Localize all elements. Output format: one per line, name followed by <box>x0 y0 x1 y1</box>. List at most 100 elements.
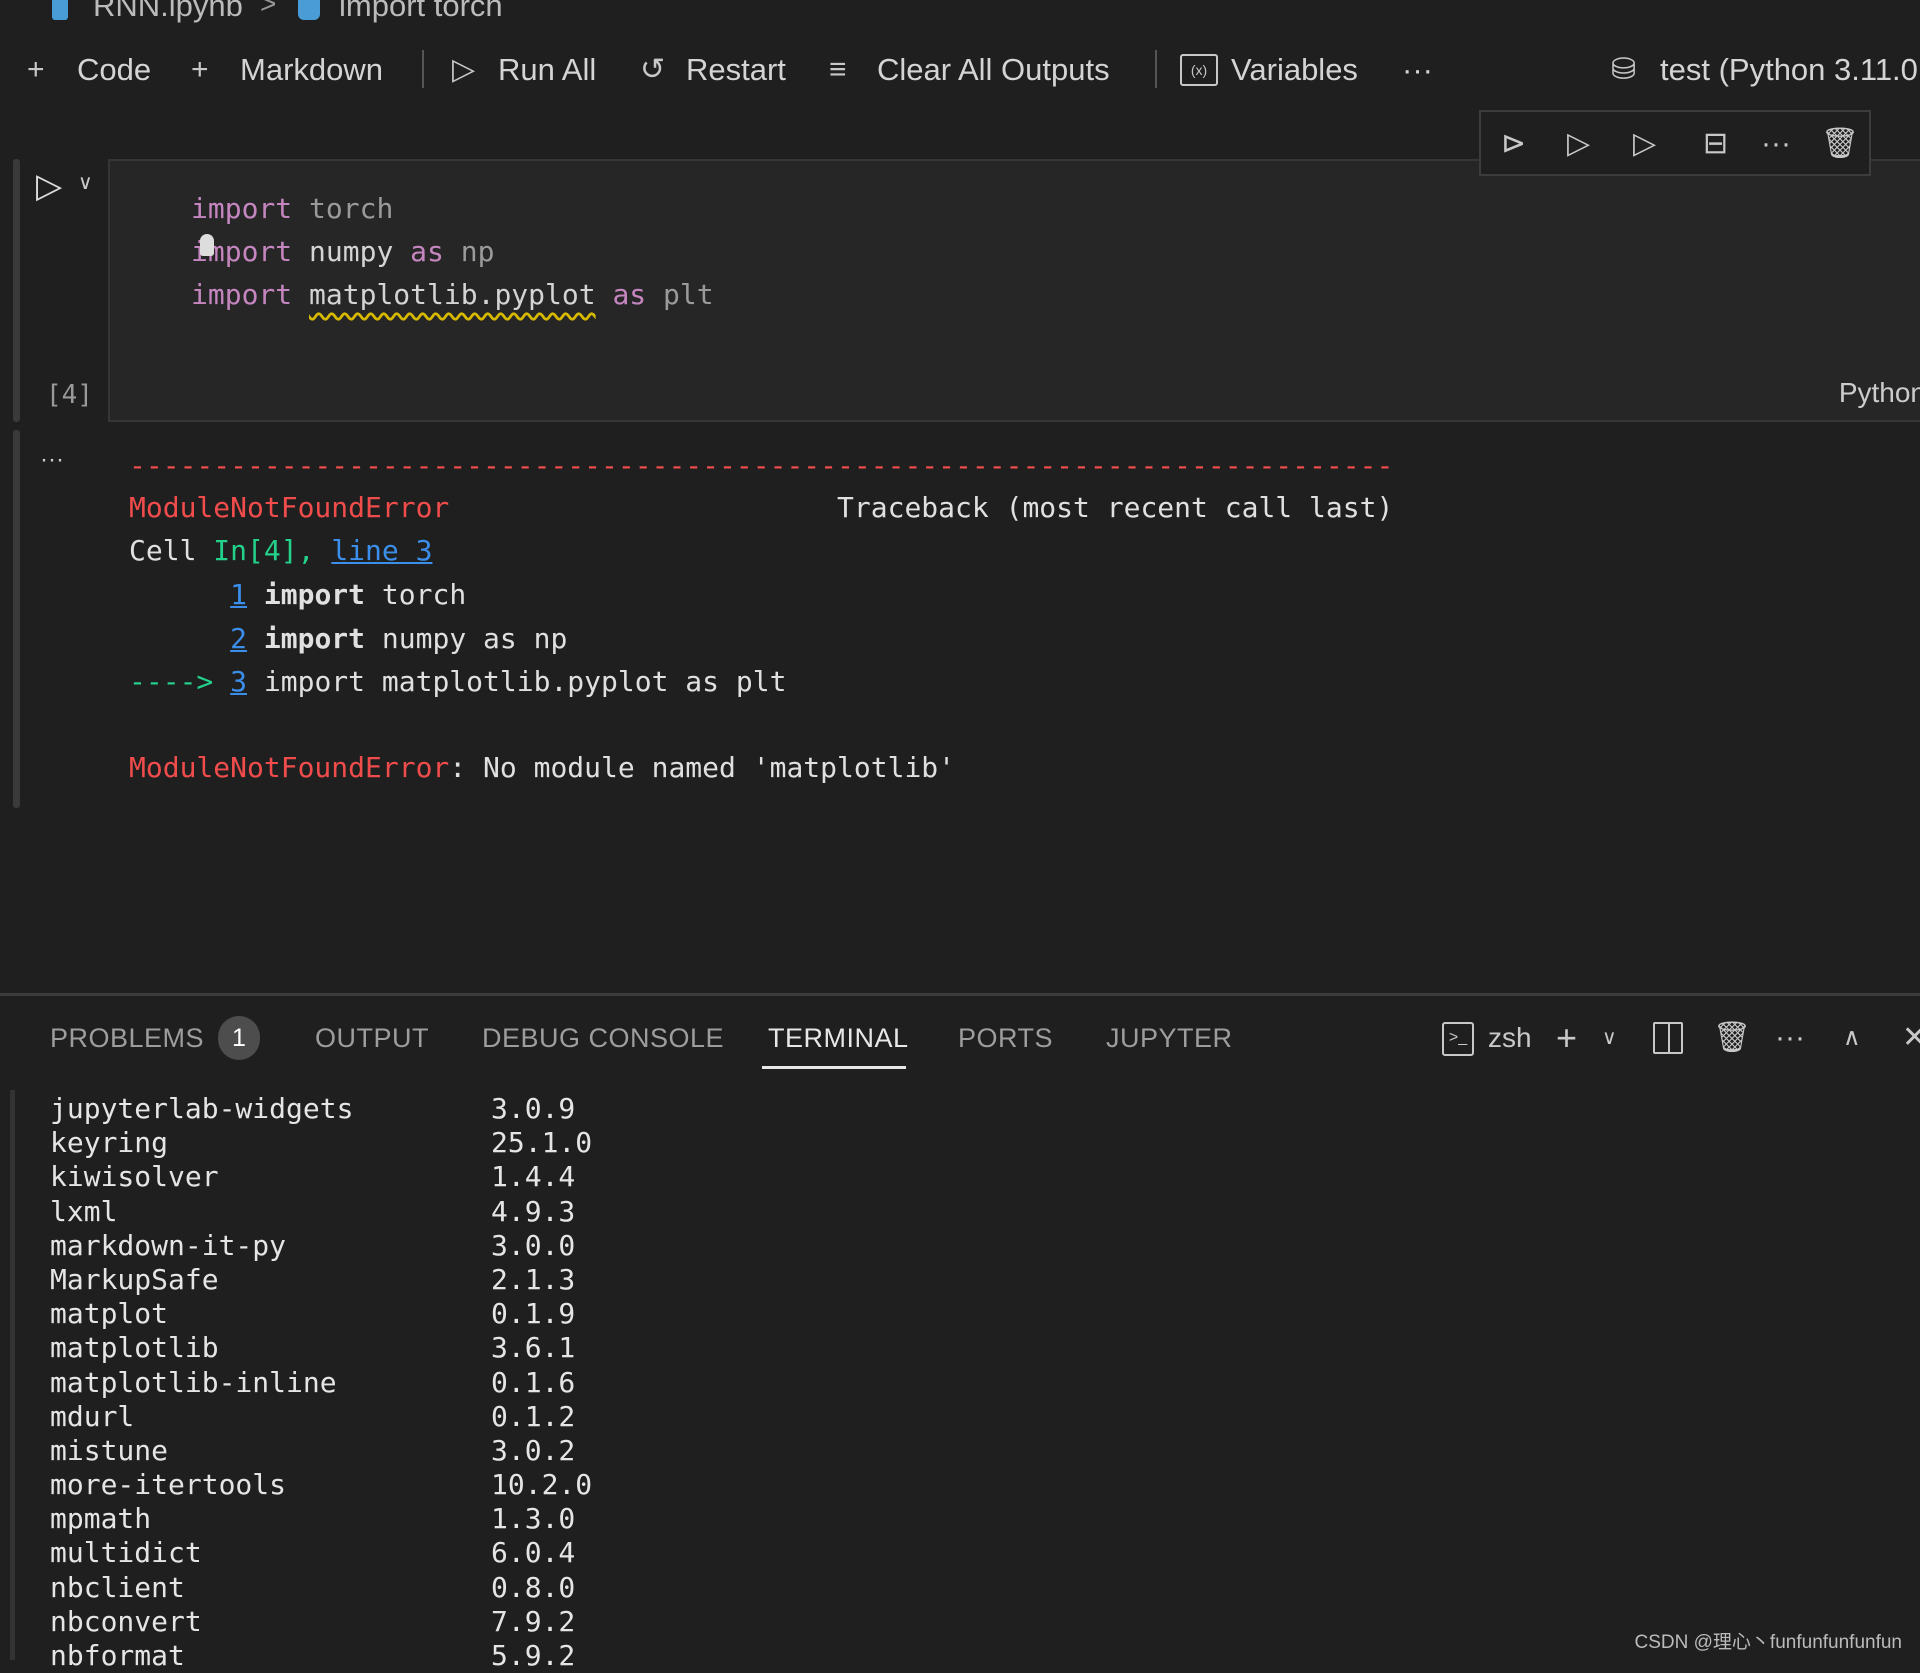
code-token: as <box>410 235 444 268</box>
breadcrumb-file[interactable]: RNN.ipynb <box>93 0 243 24</box>
line-number-link[interactable]: 3 <box>230 665 247 698</box>
package-version: 6.0.4 <box>491 1536 576 1570</box>
package-version: 1.3.0 <box>491 1502 576 1536</box>
run-all-button[interactable]: Run All <box>498 50 596 90</box>
terminal-icon: >_ <box>1442 1022 1474 1056</box>
line-number-link[interactable]: 1 <box>230 578 247 611</box>
divider <box>422 50 424 88</box>
panel-divider[interactable] <box>0 993 1920 996</box>
chevron-down-icon[interactable]: ∨ <box>1602 1018 1617 1058</box>
keyword: import <box>263 578 366 611</box>
tab-ports[interactable]: PORTS <box>958 1020 1053 1056</box>
notebook-icon <box>52 0 68 20</box>
run-below-icon[interactable]: ▷ <box>1633 124 1656 164</box>
breadcrumb-symbol[interactable]: import torch <box>339 0 503 24</box>
variables-button[interactable]: Variables <box>1231 50 1358 90</box>
package-version: 10.2.0 <box>491 1468 593 1502</box>
package-version: 1.4.4 <box>491 1160 576 1194</box>
cell-toolbar: ⊳ ▷ ▷ ⊟ ··· 🗑 <box>1479 110 1871 176</box>
package-row: matplotlib 3.6.1 <box>50 1331 575 1365</box>
package-row: mistune 3.0.2 <box>50 1433 575 1468</box>
python-icon <box>298 0 320 20</box>
delete-cell-icon[interactable]: 🗑 <box>1821 124 1859 164</box>
terminal-shell-label[interactable]: zsh <box>1488 1018 1532 1058</box>
package-row: mdurl 0.1.2 <box>50 1400 575 1434</box>
output-more-button[interactable]: ··· <box>40 446 64 474</box>
close-panel-icon[interactable]: ✕ <box>1902 1018 1920 1058</box>
package-version: 0.8.0 <box>491 1570 576 1604</box>
package-row: jupyterlab-widgets 3.0.9 <box>50 1092 575 1126</box>
package-name: nbclient <box>50 1570 185 1604</box>
tab-jupyter[interactable]: JUPYTER <box>1106 1020 1233 1056</box>
mouse-cursor <box>200 234 214 256</box>
run-cell-icon[interactable]: ▷ <box>36 166 62 206</box>
clear-all-outputs-button[interactable]: Clear All Outputs <box>877 50 1110 90</box>
tab-output[interactable]: OUTPUT <box>315 1020 429 1056</box>
package-name: lxml <box>50 1194 118 1228</box>
package-name: nbconvert <box>50 1604 202 1638</box>
problems-count-badge: 1 <box>218 1016 260 1060</box>
package-name: mpmath <box>50 1502 152 1536</box>
execution-count: [4] <box>46 380 93 410</box>
package-row: nbconvert 7.9.2 <box>50 1604 575 1639</box>
package-row: matplot 0.1.9 <box>50 1297 575 1331</box>
chevron-down-icon[interactable]: ∨ <box>78 170 93 195</box>
split-terminal-icon[interactable] <box>1653 1022 1683 1054</box>
kill-terminal-icon[interactable]: 🗑 <box>1713 1018 1751 1058</box>
kernel-icon: ⛁ <box>1611 53 1637 86</box>
package-row: nbformat 5.9.2 <box>50 1639 575 1673</box>
run-by-line-icon[interactable]: ⊳ <box>1501 124 1526 164</box>
package-name: mistune <box>50 1433 169 1467</box>
run-above-icon[interactable]: ▷ <box>1567 124 1590 164</box>
error-name: ModuleNotFoundError <box>129 751 450 784</box>
split-cell-icon[interactable]: ⊟ <box>1703 124 1728 164</box>
divider <box>1155 50 1157 88</box>
language-label[interactable]: Python <box>1839 377 1920 409</box>
add-code-button[interactable]: Code <box>77 50 151 90</box>
new-terminal-icon[interactable]: + <box>1556 1018 1577 1058</box>
tab-problems[interactable]: PROBLEMS <box>50 1020 204 1056</box>
code-cell-editor[interactable]: import torch import numpy as np import mat… <box>108 159 1920 422</box>
error-text: : No module named 'matplotlib' <box>449 751 956 784</box>
code-line: import torch <box>191 187 714 230</box>
more-actions-button[interactable]: ··· <box>1402 50 1433 90</box>
kernel-picker[interactable]: test (Python 3.11.0 <box>1660 50 1918 90</box>
line-number-link[interactable]: 2 <box>230 622 247 655</box>
line-link[interactable]: line 3 <box>331 534 432 567</box>
more-icon[interactable]: ··· <box>1775 1018 1805 1058</box>
code-token: import <box>191 278 293 311</box>
package-version: 0.1.6 <box>491 1365 576 1399</box>
source-text: numpy as np <box>365 622 568 655</box>
error-message: ModuleNotFoundError: No module named 'ma… <box>129 746 955 789</box>
package-name: multidict <box>50 1536 202 1570</box>
package-version: 7.9.2 <box>491 1604 576 1638</box>
terminal-scrollbar[interactable] <box>10 1090 15 1660</box>
terminal-output[interactable]: jupyterlab-widgets 3.0.9 keyring 25.1.0 kiwi… <box>50 1092 592 1673</box>
code-token: torch <box>309 192 394 225</box>
clear-outputs-icon: ≡ <box>829 53 847 86</box>
tab-terminal[interactable]: TERMINAL <box>768 1020 909 1056</box>
watermark: CSDN @理心丶funfunfunfunfun <box>1634 1632 1902 1653</box>
package-row: mpmath 1.3.0 <box>50 1502 575 1536</box>
package-name: nbformat <box>50 1639 185 1672</box>
tab-debug-console[interactable]: DEBUG CONSOLE <box>482 1020 724 1056</box>
package-name: matplotlib-inline <box>50 1365 337 1399</box>
restart-button[interactable]: Restart <box>686 50 786 90</box>
cell-ref-line: Cell In[4], line 3 <box>129 529 432 572</box>
package-name: MarkupSafe <box>50 1262 219 1296</box>
restart-icon: ↺ <box>640 53 666 86</box>
package-version: 3.0.2 <box>491 1433 576 1467</box>
package-version: 0.1.9 <box>491 1297 576 1331</box>
add-markdown-button[interactable]: Markdown <box>240 50 383 90</box>
package-version: 0.1.2 <box>491 1399 576 1433</box>
package-name: kiwisolver <box>50 1160 219 1194</box>
package-version: 3.6.1 <box>491 1331 576 1365</box>
maximize-panel-icon[interactable]: ∧ <box>1843 1018 1861 1058</box>
more-icon[interactable]: ··· <box>1761 124 1791 164</box>
package-version: 4.9.3 <box>491 1194 576 1228</box>
